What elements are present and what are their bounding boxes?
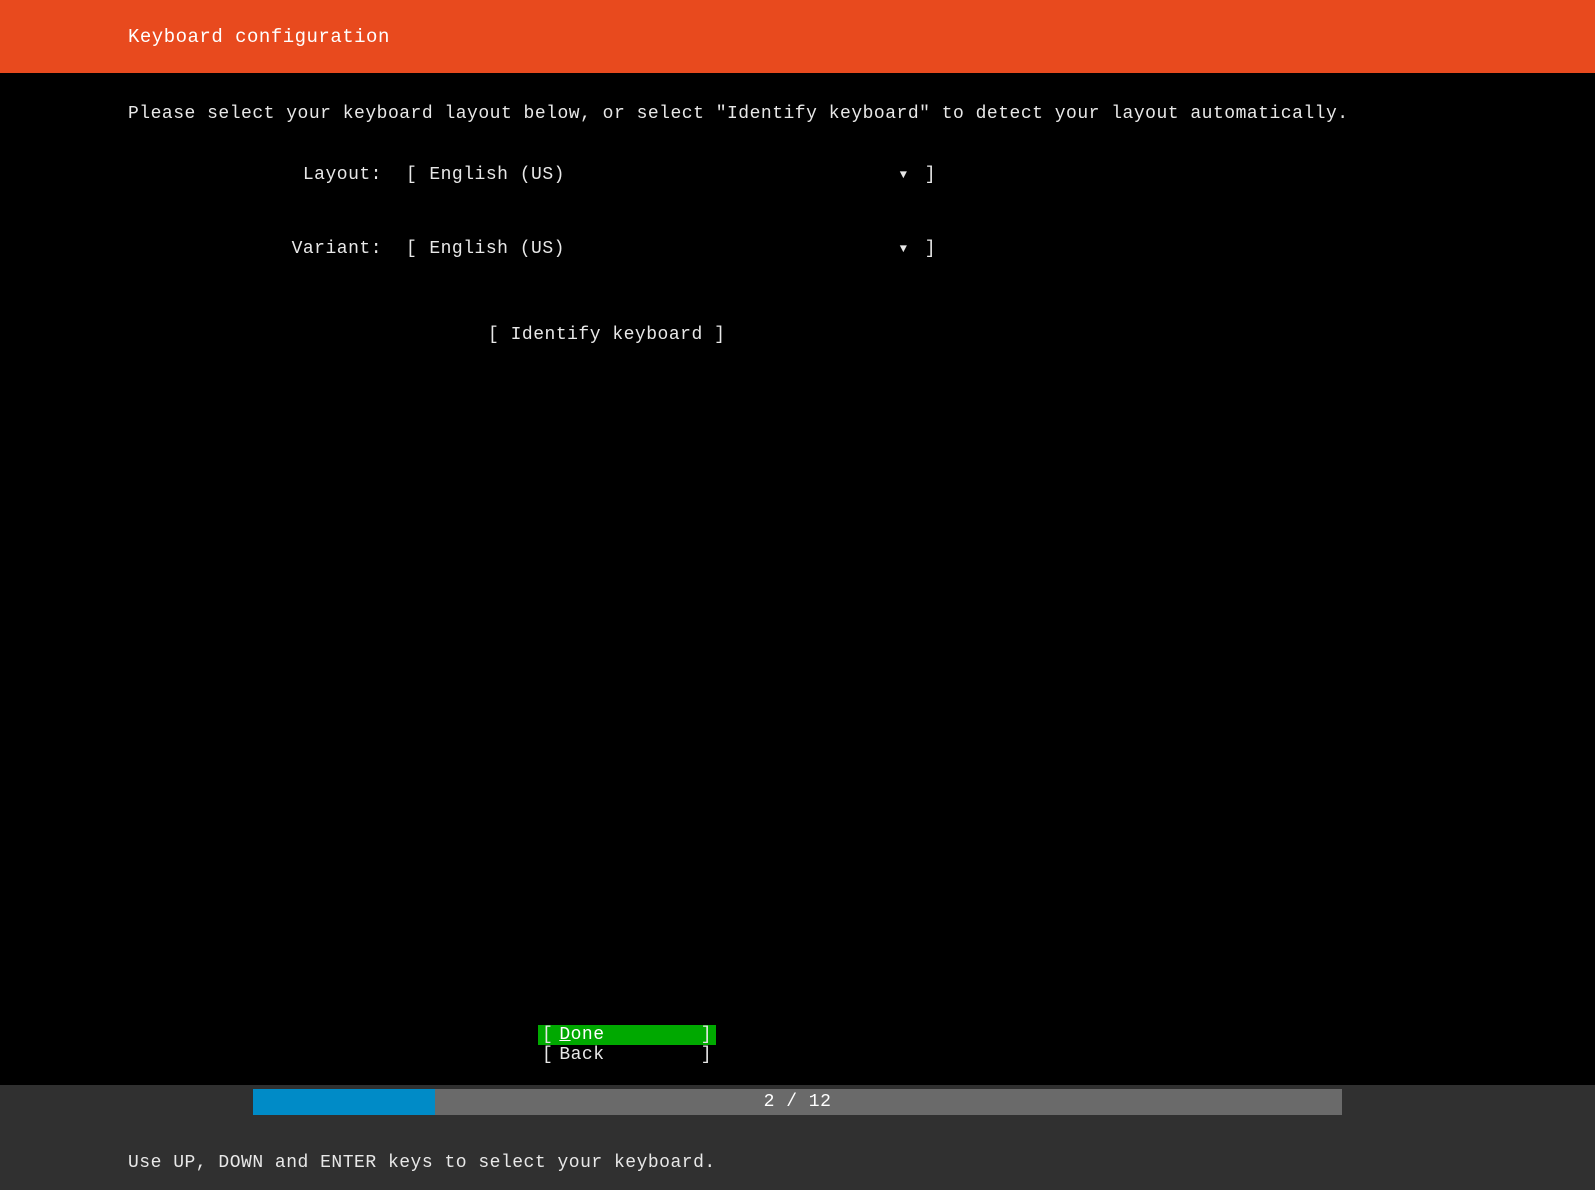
- identify-label: Identify keyboard: [511, 325, 703, 345]
- bracket-close-icon: ]: [714, 325, 725, 345]
- variant-select[interactable]: [ English (US) ▼ ]: [406, 239, 936, 259]
- status-hint: Use UP, DOWN and ENTER keys to select yo…: [128, 1153, 716, 1173]
- layout-label: Layout:: [128, 165, 406, 185]
- layout-value: English (US): [417, 165, 899, 185]
- variant-value: English (US): [417, 239, 899, 259]
- header-bar: Keyboard configuration: [0, 0, 1595, 73]
- bracket-close-icon: ]: [913, 165, 936, 185]
- bracket-close-icon: ]: [913, 239, 936, 259]
- variant-label: Variant:: [128, 239, 406, 259]
- bracket-open-icon: [: [406, 165, 417, 185]
- progress-bar: 2 / 12: [253, 1089, 1342, 1115]
- done-label: Done: [553, 1025, 700, 1045]
- dropdown-arrow-icon: ▼: [900, 165, 914, 185]
- dropdown-arrow-icon: ▼: [900, 239, 914, 259]
- layout-row: Layout: [ English (US) ▼ ]: [128, 165, 1595, 185]
- identify-keyboard-button[interactable]: [ Identify keyboard ]: [488, 325, 725, 345]
- nav-buttons: [ Done ] [ Back ]: [128, 1025, 1595, 1085]
- variant-row: Variant: [ English (US) ▼ ]: [128, 239, 1595, 259]
- bracket-close-icon: ]: [701, 1025, 712, 1045]
- page-title: Keyboard configuration: [128, 26, 390, 48]
- bracket-open-icon: [: [542, 1025, 553, 1045]
- instruction-text: Please select your keyboard layout below…: [128, 101, 1595, 127]
- layout-select[interactable]: [ English (US) ▼ ]: [406, 165, 936, 185]
- main-content: Please select your keyboard layout below…: [0, 73, 1595, 1085]
- progress-text: 2 / 12: [253, 1089, 1342, 1115]
- done-button[interactable]: [ Done ]: [538, 1025, 716, 1045]
- progress-container: 2 / 12: [0, 1085, 1595, 1115]
- back-label: Back: [553, 1045, 700, 1065]
- bracket-open-icon: [: [488, 325, 511, 345]
- bracket-close-icon: ]: [701, 1045, 712, 1065]
- status-bar: Use UP, DOWN and ENTER keys to select yo…: [0, 1115, 1595, 1190]
- bracket-open-icon: [: [406, 239, 417, 259]
- bracket-open-icon: [: [542, 1045, 553, 1065]
- identify-row: [ Identify keyboard ]: [128, 325, 1595, 345]
- back-button[interactable]: [ Back ]: [538, 1045, 716, 1065]
